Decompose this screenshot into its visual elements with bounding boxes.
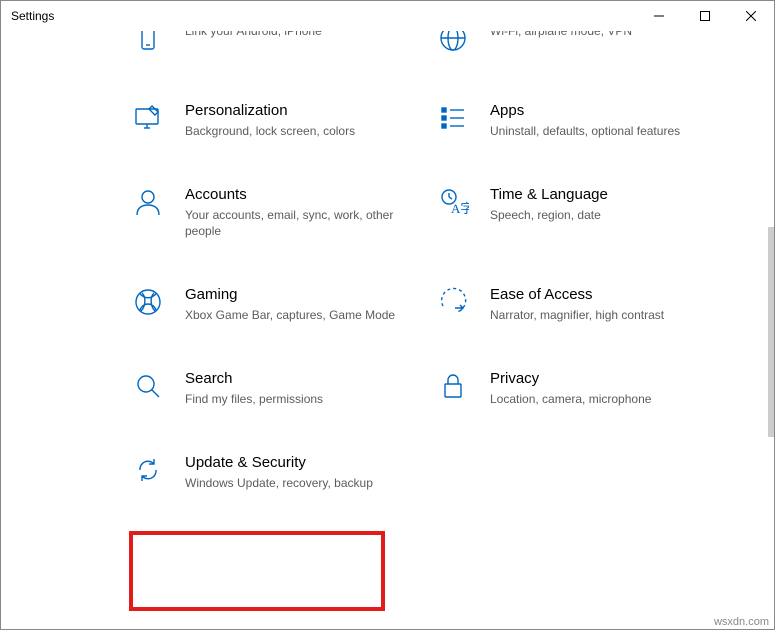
search-icon [131,369,165,403]
tile-privacy[interactable]: Privacy Location, camera, microphone [436,369,711,407]
scrollbar-thumb[interactable] [768,227,774,437]
tile-desc: Uninstall, defaults, optional features [490,123,711,139]
time-language-icon: A字 [436,185,470,219]
tile-title: Ease of Access [490,285,711,305]
settings-window: Settings Link your Android, iP [0,0,775,630]
tile-ease-of-access[interactable]: Ease of Access Narrator, magnifier, high… [436,285,711,323]
tile-desc: Location, camera, microphone [490,391,711,407]
minimize-button[interactable] [636,1,682,31]
tile-desc: Wi-Fi, airplane mode, VPN [490,31,711,39]
tile-phone[interactable]: Link your Android, iPhone [131,31,406,55]
lock-icon [436,369,470,403]
maximize-icon [700,11,710,21]
settings-grid: Link your Android, iPhone Wi-Fi, airplan… [1,31,769,491]
tile-desc: Link your Android, iPhone [185,31,406,39]
tile-desc: Narrator, magnifier, high contrast [490,307,711,323]
tile-desc: Xbox Game Bar, captures, Game Mode [185,307,406,323]
tile-title: Gaming [185,285,406,305]
tile-title: Search [185,369,406,389]
personalization-icon [131,101,165,135]
ease-of-access-icon [436,285,470,319]
tile-apps[interactable]: Apps Uninstall, defaults, optional featu… [436,101,711,139]
tile-gaming[interactable]: Gaming Xbox Game Bar, captures, Game Mod… [131,285,406,323]
tile-desc: Find my files, permissions [185,391,406,407]
tile-network[interactable]: Wi-Fi, airplane mode, VPN [436,31,711,55]
titlebar: Settings [1,1,774,31]
person-icon [131,185,165,219]
tile-desc: Your accounts, email, sync, work, other … [185,207,406,239]
maximize-button[interactable] [682,1,728,31]
tile-search[interactable]: Search Find my files, permissions [131,369,406,407]
tile-personalization[interactable]: Personalization Background, lock screen,… [131,101,406,139]
tile-title: Accounts [185,185,406,205]
svg-text:A字: A字 [451,201,469,216]
phone-icon [131,31,165,55]
xbox-icon [131,285,165,319]
tile-title: Privacy [490,369,711,389]
tile-desc: Background, lock screen, colors [185,123,406,139]
content-area: Link your Android, iPhone Wi-Fi, airplan… [1,31,774,629]
tile-title: Time & Language [490,185,711,205]
tile-time-language[interactable]: A字 Time & Language Speech, region, date [436,185,711,239]
close-button[interactable] [728,1,774,31]
update-icon [131,453,165,487]
tile-update-security[interactable]: Update & Security Windows Update, recove… [131,453,406,491]
tile-title: Personalization [185,101,406,121]
close-icon [746,11,756,21]
tile-desc: Windows Update, recovery, backup [185,475,406,491]
caption-buttons [636,1,774,31]
apps-icon [436,101,470,135]
tile-title: Apps [490,101,711,121]
minimize-icon [654,11,664,21]
highlight-box [129,531,385,611]
watermark: wsxdn.com [714,616,769,628]
window-title: Settings [11,9,636,23]
tile-desc: Speech, region, date [490,207,711,223]
tile-title: Update & Security [185,453,406,473]
globe-icon [436,31,470,55]
tile-accounts[interactable]: Accounts Your accounts, email, sync, wor… [131,185,406,239]
